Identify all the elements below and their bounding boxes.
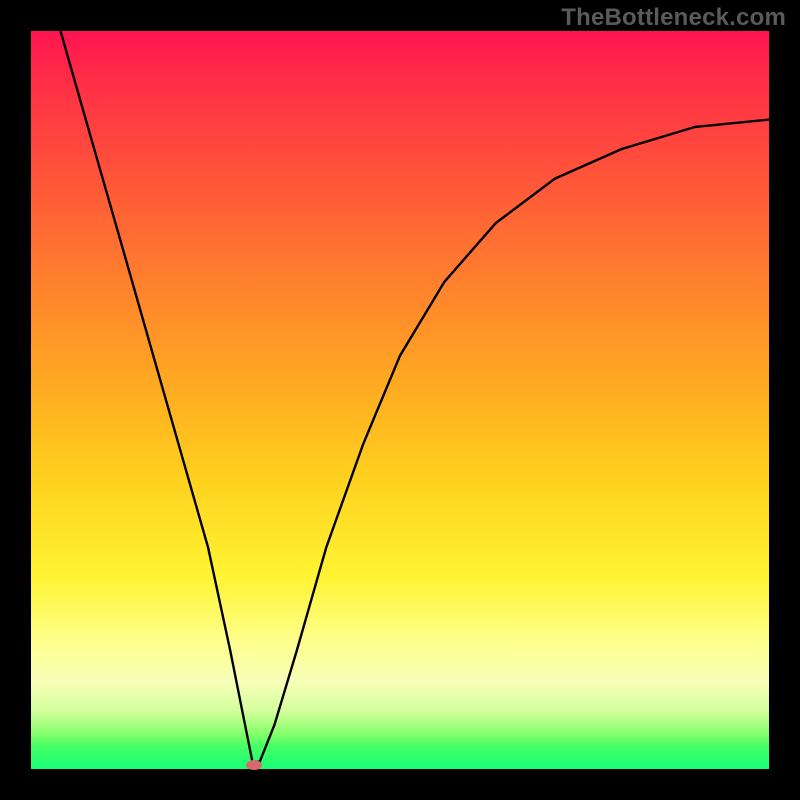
watermark-text: TheBottleneck.com — [561, 4, 786, 32]
chart-frame: TheBottleneck.com — [0, 0, 800, 800]
curve-svg — [31, 31, 769, 769]
bottleneck-curve-path — [61, 31, 770, 762]
plot-area — [31, 31, 769, 769]
minimum-marker — [246, 760, 262, 770]
